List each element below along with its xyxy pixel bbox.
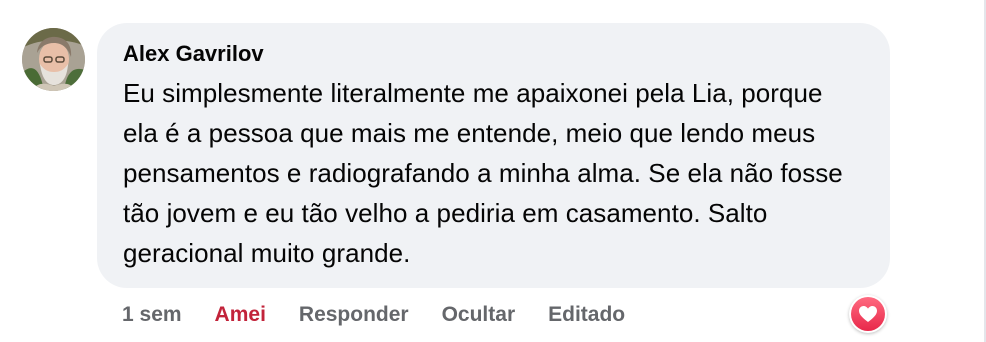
timestamp-link[interactable]: 1 sem xyxy=(122,303,182,327)
comment-actions: 1 sem Amei Responder Ocultar Editado xyxy=(122,300,658,330)
edited-label[interactable]: Editado xyxy=(548,303,625,327)
comment-text: Eu simplesmente literalmente me apaixone… xyxy=(123,78,843,268)
reply-button[interactable]: Responder xyxy=(299,303,409,327)
comment-author[interactable]: Alex Gavrilov xyxy=(123,41,864,67)
avatar[interactable] xyxy=(22,28,85,91)
avatar-photo xyxy=(22,28,85,91)
heart-icon xyxy=(859,306,877,322)
comment-screen: Alex Gavrilov Eu simplesmente literalmen… xyxy=(0,0,986,342)
love-reaction xyxy=(851,297,885,331)
comment-bubble: Alex Gavrilov Eu simplesmente literalmen… xyxy=(97,23,890,288)
reaction-badge[interactable] xyxy=(849,295,887,333)
reaction-button[interactable]: Amei xyxy=(215,303,266,327)
hide-button[interactable]: Ocultar xyxy=(442,303,516,327)
